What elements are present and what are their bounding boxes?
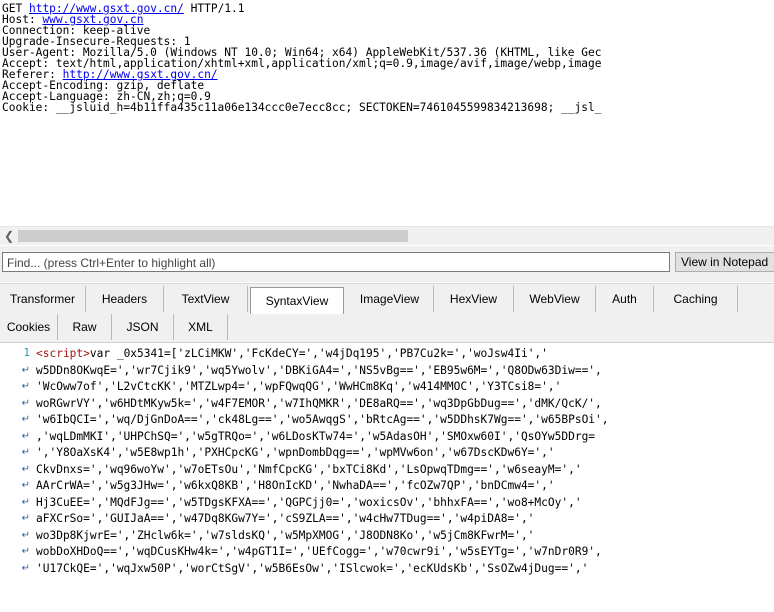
word-wrap-icon: ↵	[21, 546, 30, 557]
tab-auth[interactable]: Auth	[596, 286, 654, 312]
code-line-wrapped: Hj3CuEE=','MQdFJg==','w5TDgsKFXA==','QGP…	[36, 495, 582, 509]
word-wrap-icon: ↵	[21, 496, 30, 508]
code-line-wrapped: wobDoXHDoQ==','wqDCusKHw4k=','w4pGT1I=',…	[36, 545, 602, 558]
code-line-wrapped: woRGwrVY','w6HDtMKyw5k=','w4F7EMOR','w7I…	[36, 396, 602, 410]
code-line-wrapped: w5DDn8OKwqE=','wr7Cjik9','wq5Ywolv','DBK…	[36, 363, 602, 377]
word-wrap-icon: ↵	[21, 397, 30, 409]
view-in-notepad-button[interactable]: View in Notepad	[675, 252, 774, 272]
find-bar: Find... (press Ctrl+Enter to highlight a…	[0, 246, 774, 282]
code-line-wrapped: ','Y8OaXsK4','w5E8wp1h','PXHCpcKG','wpnD…	[36, 446, 555, 459]
code-line-wrapped: ,'wqLDmMKI','UHPChSQ=','w5gTRQo=','w6LDo…	[36, 429, 596, 443]
scrollbar-thumb[interactable]	[18, 230, 408, 242]
tab-hexview[interactable]: HexView	[434, 286, 514, 312]
tab-syntaxview[interactable]: SyntaxView	[250, 287, 344, 314]
line-number: 1	[23, 346, 30, 359]
tab-caching[interactable]: Caching	[654, 286, 738, 312]
code-line-1: <script>var _0x5341=['zLCiMKW','FcKdeCY=…	[36, 347, 548, 360]
code-line-wrapped: 'w6IbQCI=','wq/DjGnDoA==','ck48Lg==','wo…	[36, 413, 609, 426]
tab-imageview[interactable]: ImageView	[346, 286, 434, 312]
word-wrap-icon: ↵	[21, 381, 30, 392]
tab-json[interactable]: JSON	[112, 314, 174, 340]
find-input[interactable]: Find... (press Ctrl+Enter to highlight a…	[2, 252, 670, 272]
tab-transformer[interactable]: Transformer	[0, 286, 86, 312]
line-number-gutter: 1 ↵ ↵ ↵ ↵ ↵ ↵ ↵ ↵ ↵ ↵ ↵ ↵ ↵	[0, 343, 34, 612]
code-line-wrapped: wo3Dp8KjwrE=','ZHclw6k=','w7sldsKQ','w5M…	[36, 528, 535, 542]
cookie-header: Cookie: __jsluid_h=4b11ffa435c11a06e134c…	[2, 101, 602, 114]
word-wrap-icon: ↵	[21, 463, 30, 475]
tab-xml[interactable]: XML	[174, 314, 228, 340]
scroll-left-icon[interactable]: ❮	[2, 228, 16, 244]
code-line-wrapped: CkvDnxs=','wq96woYw','w7oETsOu','NmfCpcK…	[36, 462, 582, 476]
tab-raw[interactable]: Raw	[58, 314, 112, 340]
word-wrap-icon: ↵	[21, 480, 30, 491]
word-wrap-icon: ↵	[21, 513, 30, 524]
word-wrap-icon: ↵	[21, 562, 30, 574]
code-line-wrapped: AArCrWA=','w5g3JHw=','w6kxQ8KB','H8OnIcK…	[36, 479, 555, 492]
code-line-wrapped: 'U17CkQE=','wqJxw50P','worCtSgV','w5B6Es…	[36, 561, 589, 575]
horizontal-scrollbar[interactable]: ❮	[0, 226, 774, 245]
word-wrap-icon: ↵	[21, 529, 30, 541]
syntax-view-editor[interactable]: 1 ↵ ↵ ↵ ↵ ↵ ↵ ↵ ↵ ↵ ↵ ↵ ↵ ↵ <script>var _0x5341=['zL…	[0, 342, 774, 612]
word-wrap-icon: ↵	[21, 364, 30, 376]
script-open-tag: <script>	[36, 347, 90, 360]
tab-headers[interactable]: Headers	[86, 286, 164, 312]
tab-webview[interactable]: WebView	[514, 286, 596, 312]
word-wrap-icon: ↵	[21, 447, 30, 458]
code-line-wrapped: aFXCrSo=','GUIJaA==','w47Dq8KGw7Y=','cS9…	[36, 512, 535, 525]
request-raw-pane[interactable]: GET http://www.gsxt.gov.cn/ HTTP/1.1 Hos…	[0, 0, 774, 226]
tab-textview[interactable]: TextView	[164, 286, 248, 312]
code-line-wrapped: 'WcOww7of','L2vCtcKK','MTZLwp4=','wpFQwq…	[36, 380, 562, 393]
response-inspector-tabs: Transformer Headers TextView SyntaxView …	[0, 283, 774, 342]
tab-cookies[interactable]: Cookies	[0, 314, 58, 340]
word-wrap-icon: ↵	[21, 414, 30, 425]
word-wrap-icon: ↵	[21, 430, 30, 442]
